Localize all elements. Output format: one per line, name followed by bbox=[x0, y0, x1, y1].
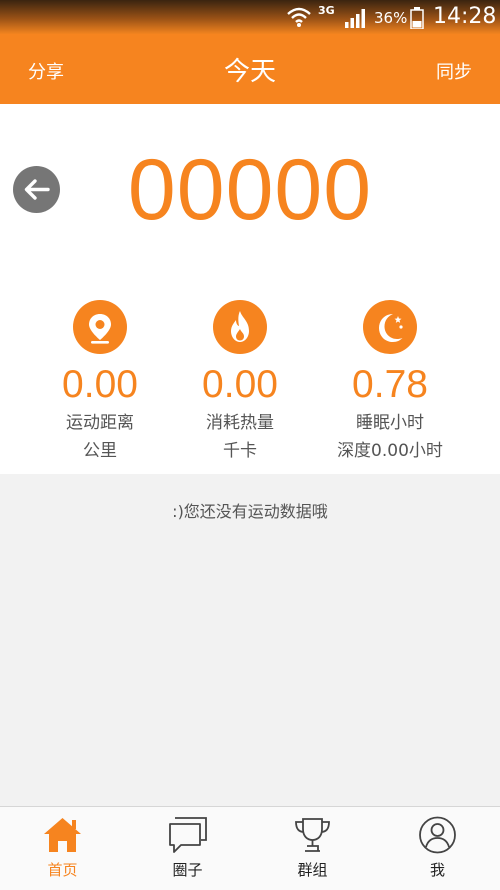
flame-icon bbox=[213, 300, 267, 354]
calories-unit: 千卡 bbox=[223, 441, 257, 461]
sync-button[interactable]: 同步 bbox=[436, 58, 472, 84]
sleep-value: 0.78 bbox=[352, 363, 428, 406]
tab-me[interactable]: 我 bbox=[375, 807, 500, 890]
tab-home[interactable]: 首页 bbox=[0, 807, 125, 890]
signal-icon bbox=[344, 8, 368, 32]
tab-circle[interactable]: 圈子 bbox=[125, 807, 250, 890]
bottom-tab-bar: 首页 圈子 群组 我 bbox=[0, 806, 500, 890]
calories-label: 消耗热量 bbox=[206, 413, 274, 433]
tab-label-group: 群组 bbox=[297, 861, 328, 879]
profile-icon bbox=[419, 816, 456, 854]
sleep-deep: 深度0.00小时 bbox=[337, 441, 443, 461]
network-type: 3G bbox=[318, 4, 335, 17]
step-count: 00000 bbox=[127, 142, 373, 238]
sleep-label: 睡眠小时 bbox=[356, 413, 424, 433]
wifi-icon bbox=[286, 6, 312, 32]
empty-state-message: :)您还没有运动数据哦 bbox=[172, 502, 328, 521]
battery-icon bbox=[410, 7, 424, 33]
tab-group[interactable]: 群组 bbox=[250, 807, 375, 890]
location-pin-icon bbox=[73, 300, 127, 354]
tab-label-home: 首页 bbox=[47, 861, 78, 879]
tab-label-circle: 圈子 bbox=[172, 861, 203, 879]
app-bar: 分享 今天 同步 bbox=[0, 34, 500, 104]
stat-sleep[interactable]: 0.78 睡眠小时 深度0.00小时 bbox=[305, 300, 475, 464]
chat-icon bbox=[169, 817, 207, 853]
trophy-icon bbox=[295, 818, 330, 852]
status-bar: 3G 36% 14:28 bbox=[0, 0, 500, 34]
page-title: 今天 bbox=[223, 57, 276, 87]
battery-percent: 36% bbox=[374, 9, 408, 27]
status-clock: 14:28 bbox=[433, 4, 497, 29]
home-icon bbox=[44, 818, 81, 852]
moon-icon bbox=[363, 300, 417, 354]
calories-value: 0.00 bbox=[202, 363, 278, 406]
tab-label-me: 我 bbox=[429, 861, 445, 879]
stat-calories[interactable]: 0.00 消耗热量 千卡 bbox=[155, 300, 325, 464]
